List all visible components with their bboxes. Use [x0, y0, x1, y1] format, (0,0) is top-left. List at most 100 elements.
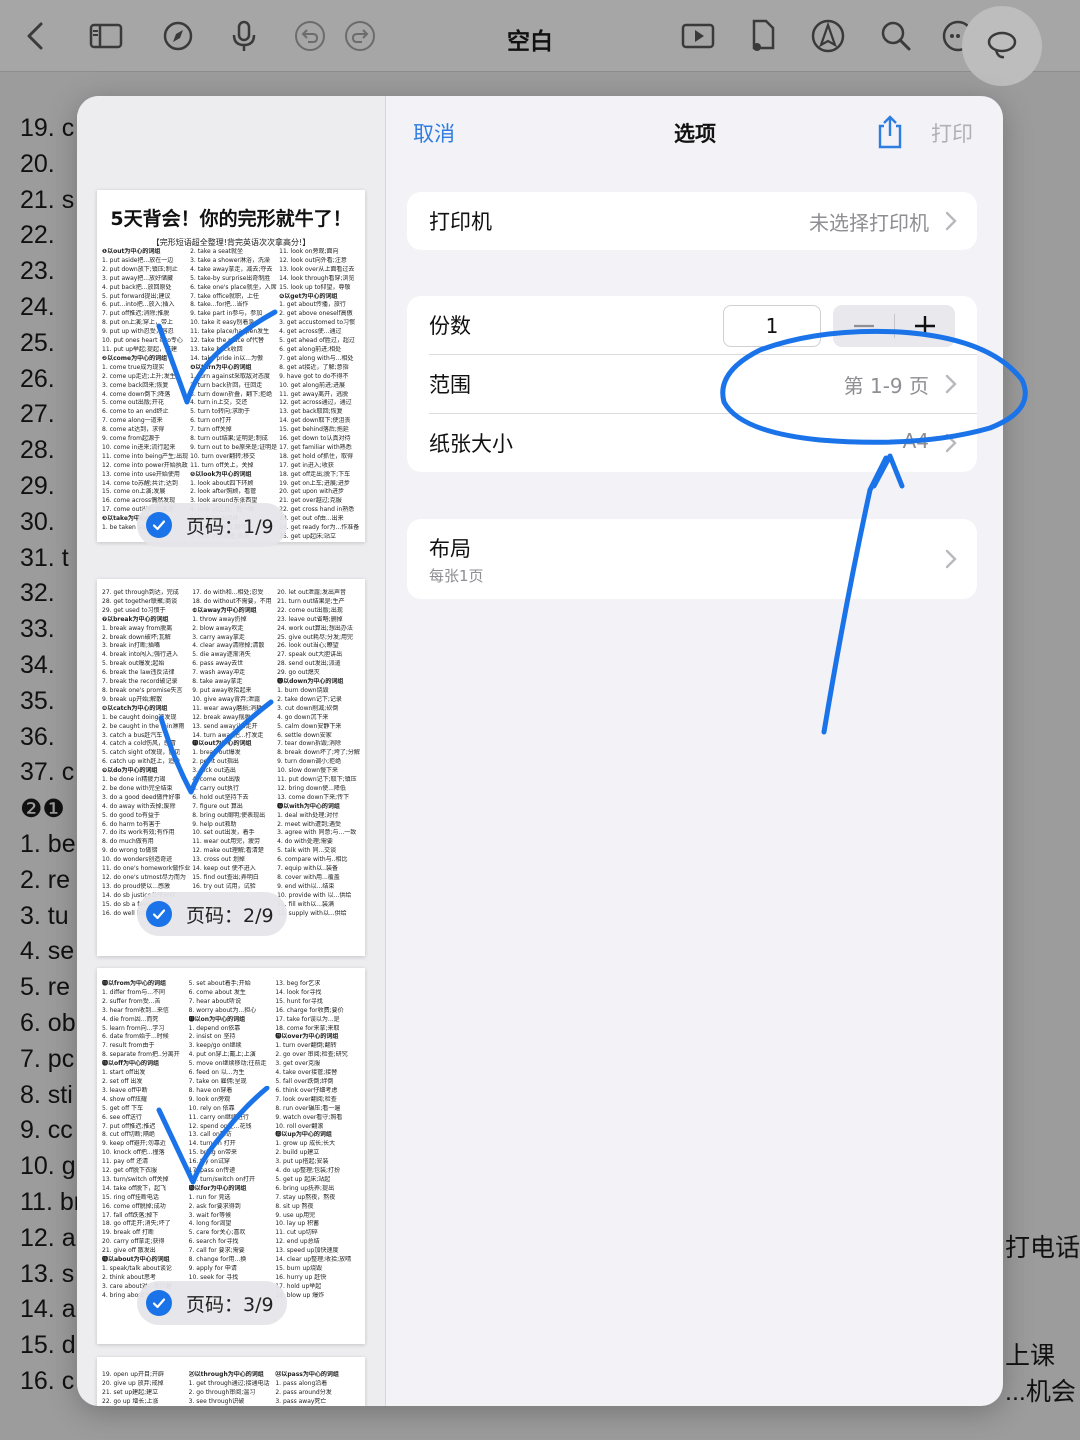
page-badge-3[interactable]: 页码：3/9: [137, 1281, 287, 1325]
preview-text-line: 2. put down放下;镇压;制止: [102, 265, 178, 273]
preview-text-line: 6. turn on打开: [190, 417, 232, 425]
preview-text-line: 5. fall over跌倒;绊倒: [275, 1077, 334, 1085]
preview-text-line: 8. bring out阐明;使表现出: [192, 811, 266, 819]
preview-text-line: 3. wait for等候: [188, 1211, 232, 1219]
background-line: 29.: [20, 472, 55, 500]
preview-text-line: 4. clear away清除掉;清散: [192, 642, 265, 650]
preview-text-line: 28. get together联聚;商谈: [102, 597, 178, 605]
minus-icon: [853, 324, 874, 328]
preview-text-line: 12. end up总结: [275, 1238, 320, 1246]
preview-text-line: 17. fall off跌落;掉下: [102, 1211, 159, 1219]
preview-text-line: 6. feed on 以...为生: [188, 1069, 245, 1077]
page1-content: ❶以out为中心的词组 1. put aside把...放在一边 2. put do…: [102, 248, 360, 542]
preview-text-line: 7. result from由于: [102, 1042, 155, 1050]
page-preview-pane[interactable]: 5天背会！你的完形就牛了！ 【完形短语超全整理!背完英语次次拿高分!】 ❶以ou…: [77, 96, 386, 1406]
range-row[interactable]: 范围 第 1-9 页: [407, 355, 977, 413]
share-icon[interactable]: [874, 114, 906, 150]
preview-text-line: 3. turn down折叠，翻下;拒绝: [190, 390, 273, 398]
preview-text-line: 5. turn to转向;求助于: [190, 408, 250, 416]
preview-text-line: 18. get hold of抓住，取得: [279, 452, 353, 460]
print-button[interactable]: 打印: [931, 118, 973, 148]
preview-text-line: 9. apply for 申请: [188, 1265, 237, 1272]
preview-text-line: ⓯以off为中心的词组: [102, 1060, 159, 1068]
preview-text-line: 2. meet with遭到;遇受: [277, 820, 341, 828]
preview-text-line: 4. take away拿走，减去;夺去: [190, 265, 273, 273]
paper-size-row[interactable]: 纸张大小 A4: [407, 414, 977, 472]
preview-text-line: 12. bring down使...降低: [277, 784, 346, 792]
search-icon[interactable]: [878, 18, 914, 54]
background-line: 21. s: [20, 185, 75, 214]
preview-text-line: 11. cut up切碎: [275, 1229, 318, 1237]
preview-text-line: 2. point out指出: [192, 758, 239, 766]
preview-text-line: 7. take office就职，上任: [190, 292, 260, 300]
preview-text-line: 5. talk with 同...交谈: [277, 847, 337, 855]
preview-text-line: 1. pass along沿着: [275, 1379, 328, 1387]
preview-text-line: 14. take pride in以...为傲: [190, 354, 263, 362]
background-line: 14. a: [20, 1295, 76, 1324]
increment-button[interactable]: [894, 305, 955, 347]
preview-text-line: 1. put aside把...放在一边: [102, 256, 174, 264]
document-icon[interactable]: [745, 18, 781, 54]
preview-text-line: 9. do wrong to做错: [102, 847, 158, 855]
checkmark-icon: [146, 1290, 172, 1316]
preview-text-line: 8. put on上演;穿上，带上: [102, 319, 173, 327]
preview-text-line: ⓲以for为中心的词组: [188, 1184, 247, 1192]
preview-text-line: 19. break off 打断: [102, 1229, 155, 1237]
copies-field[interactable]: 1: [723, 305, 821, 347]
preview-text-line: 19. get on上车;进展;进步: [279, 479, 350, 487]
layout-row[interactable]: 布局 每张1页: [407, 519, 977, 599]
pen-icon[interactable]: [810, 18, 846, 54]
preview-text-line: 20. give up 放弃;戒掉: [102, 1379, 164, 1387]
preview-text-line: 17. get in进入;收获: [279, 461, 334, 469]
background-line: 22.: [20, 221, 55, 250]
preview-text-line: 4. come down倒下;降落: [102, 390, 171, 398]
preview-text-line: 11. come into being产生;出现: [102, 452, 189, 460]
preview-text-line: 3. put away把...放好储藏: [102, 274, 174, 282]
preview-text-line: 1. get about传播，旅行: [279, 301, 346, 309]
preview-text-line: 25. get up起床;站立: [279, 533, 336, 540]
preview-text-line: 1. come true成为现实: [102, 363, 165, 371]
preview-text-line: 15. come on上演;发展: [102, 488, 166, 496]
page-badge-1[interactable]: 页码：1/9: [137, 503, 287, 547]
preview-text-line: 8. separate from把..分离开: [102, 1051, 180, 1059]
preview-text-line: 4. take over接管;接替: [275, 1069, 338, 1077]
preview-text-line: ❷以come为中心的词组: [102, 354, 168, 362]
preview-text-line: 5. catch sight of发现，瞥见: [102, 749, 181, 757]
preview-text-line: 18. blow up 爆炸: [275, 1291, 325, 1299]
preview-text-line: 11. pay off 还清: [102, 1158, 149, 1166]
preview-text-line: 5. care for关心;喜欢: [188, 1229, 246, 1237]
preview-text-line: 4. do up整理;包装;打扮: [275, 1167, 341, 1175]
preview-text-line: 18. turn/switch on打开: [188, 1175, 255, 1183]
preview-text-line: 10. provide with 以...供给: [277, 891, 352, 899]
page-thumbnail-1[interactable]: 5天背会！你的完形就牛了！ 【完形短语超全整理!背完英语次次拿高分!】 ❶以ou…: [97, 190, 365, 542]
page-thumbnail-4[interactable]: 19. open up开目;开辟 20. give up 放弃;戒掉 21. set…: [97, 1357, 365, 1406]
decrement-button[interactable]: [833, 305, 894, 347]
preview-text-line: 7. put off推迟;推迟: [102, 1122, 156, 1130]
preview-text-line: 7. stay up熬夜，熬夜: [275, 1193, 336, 1201]
preview-text-line: 1. break away from脱离: [102, 624, 173, 632]
preview-text-line: 9. put away收拾起来: [192, 686, 252, 694]
preview-text-line: ❻以get为中心的词组: [279, 292, 338, 300]
preview-text-line: 14. come to苏醒;共计;达到: [102, 479, 178, 487]
preview-text-line: 3. carry away拿走: [192, 633, 245, 641]
preview-text-line: 6. pass away去世: [192, 660, 244, 668]
lasso-button[interactable]: [962, 6, 1042, 86]
preview-text-line: 3. come back回来;恢复: [102, 381, 169, 389]
checkmark-icon: [146, 512, 172, 538]
checkmark-icon: [146, 901, 172, 927]
preview-text-line: 7. come along一道来: [102, 417, 163, 425]
preview-text-line: 12. come into power开始执政: [102, 461, 188, 469]
preview-text-line: 12. spend on在...花钱: [188, 1122, 252, 1130]
page-badge-2[interactable]: 页码：2/9: [137, 892, 287, 936]
lasso-icon: [987, 31, 1017, 59]
play-icon[interactable]: [680, 18, 716, 54]
preview-text-line: 3. cut down削减;砍倒: [277, 704, 339, 712]
preview-text-line: 11. put down记下;取下;镇压: [277, 776, 357, 784]
preview-text-line: 5. put forward提出;建议: [102, 292, 171, 300]
preview-text-line: ⓳以over为中心的词组: [275, 1033, 339, 1041]
preview-text-line: 11. carry on继续进行: [188, 1113, 249, 1121]
background-line: 19. c: [20, 114, 75, 142]
printer-row[interactable]: 打印机 未选择打印机: [407, 192, 977, 250]
preview-text-line: 1. burn down烧毁: [277, 686, 329, 694]
preview-text-line: 14. clear up整理;收拾;放晴: [275, 1256, 352, 1264]
